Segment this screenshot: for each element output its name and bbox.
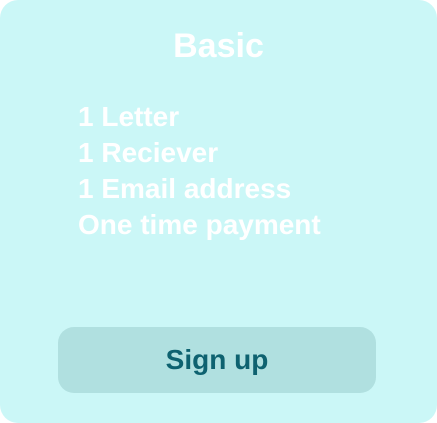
feature-item: 1 Reciever <box>78 137 219 168</box>
sign-up-button[interactable]: Sign up <box>58 327 376 393</box>
feature-item: One time payment <box>78 209 321 240</box>
feature-item: 1 Email address <box>78 173 292 204</box>
pricing-card-basic: Basic 1 Letter 1 Reciever 1 Email addres… <box>0 0 437 423</box>
feature-item: 1 Letter <box>78 101 180 132</box>
feature-list: 1 Letter 1 Reciever 1 Email address One … <box>78 99 321 243</box>
plan-title: Basic <box>173 27 264 65</box>
